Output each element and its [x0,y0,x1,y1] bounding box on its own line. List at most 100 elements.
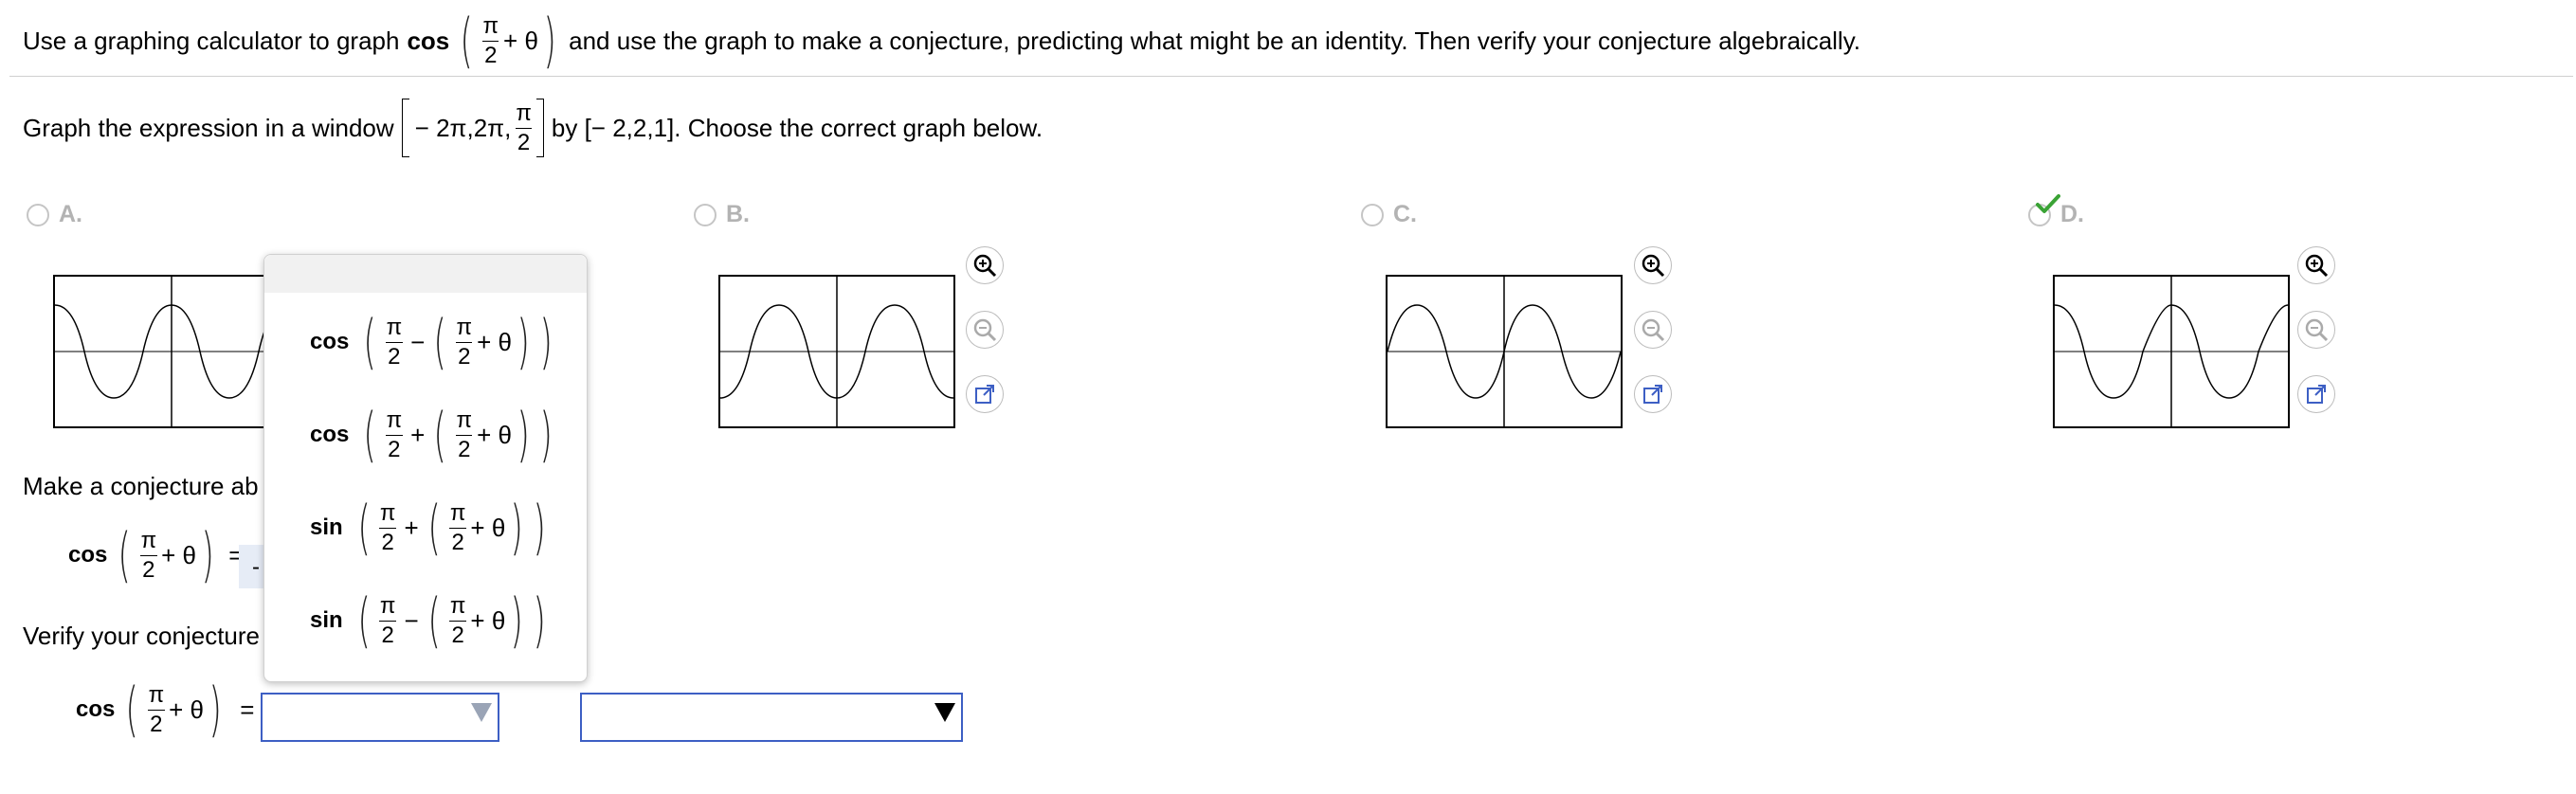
dropdown-menu: cos ( π2 − ( π2 + θ )) cos ( π2 + ( π2 +… [263,254,588,682]
fraction-numerator: π [456,314,473,340]
plus-theta: + θ [470,605,506,635]
fraction-numerator: π [148,681,165,708]
graph-a-plot [55,277,288,426]
conjecture-label: Make a conjecture ab [23,472,259,500]
chevron-down-icon [471,703,492,722]
verify-label: Verify your conjecture [23,622,261,650]
interval-start: − 2π,2π, [414,113,512,142]
conjecture-answer-value: - [252,554,260,580]
verify-dropdown-1[interactable] [261,693,499,742]
window-suffix: by [− 2,2,1]. Choose the correct graph b… [551,113,1043,142]
menu-option-1[interactable]: cos ( π2 − ( π2 + θ )) [310,304,557,380]
zoom-out-icon [973,318,997,342]
divider [9,76,2573,77]
plus-theta: + θ [169,695,204,724]
plus-theta: + θ [503,26,538,55]
graph-a[interactable] [53,275,290,428]
option-d-label: D. [2060,201,2084,227]
fraction-numerator: π [140,527,157,553]
graph-b-plot [720,277,953,426]
window-prefix: Graph the expression in a window [23,113,394,142]
zoom-in-button-c[interactable] [2297,246,2335,284]
fraction-numerator: π [379,499,396,526]
verify-dropdown-2[interactable] [580,693,963,742]
question-suffix: and use the graph to make a conjecture, … [569,26,1861,55]
graph-b[interactable] [718,275,955,428]
fraction-denominator: 2 [140,554,157,583]
zoom-out-button-a[interactable] [966,311,1004,349]
conjecture-equation: cos ( π2 + θ ) = [68,520,244,589]
fraction-denominator: 2 [449,620,466,648]
radio-a[interactable] [27,203,49,226]
fraction-denominator: 2 [148,709,165,737]
fraction-numerator: π [386,314,403,340]
fraction-numerator: π [456,406,473,433]
menu-option-fn: sin [310,607,343,633]
fraction-denominator: 2 [379,620,396,648]
plus-theta: + θ [477,420,512,449]
popout-button-b[interactable] [1634,375,1672,413]
equals-sign: = [240,695,255,724]
checkmark-icon [2036,194,2060,213]
operator: − [404,605,419,635]
fraction-numerator: π [449,499,466,526]
fraction-numerator: π [379,592,396,619]
fraction-numerator: π [386,406,403,433]
option-b[interactable]: B. [694,201,750,228]
fraction-denominator: 2 [515,127,533,155]
zoom-in-icon [973,254,997,278]
option-a[interactable]: A. [27,201,82,228]
radio-c[interactable] [1361,203,1384,226]
operator: + [404,513,419,542]
question-prefix: Use a graphing calculator to graph [23,26,400,55]
graph-c-plot [1388,277,1621,426]
operator: − [410,327,426,356]
conjecture-fn: cos [68,542,108,568]
zoom-out-button-b[interactable] [1634,311,1672,349]
graph-d[interactable] [2053,275,2290,428]
menu-option-4[interactable]: sin ( π2 − ( π2 + θ )) [310,583,552,659]
fraction-denominator: 2 [379,527,396,555]
graph-c[interactable] [1386,275,1623,428]
zoom-in-icon [1642,254,1665,278]
window-instruction: Graph the expression in a window − 2π,2π… [23,99,1043,157]
plus-theta: + θ [477,327,512,356]
popout-button-c[interactable] [2297,375,2335,413]
verify-fn: cos [76,696,116,722]
menu-option-fn: cos [310,329,350,354]
popout-icon [975,385,994,404]
menu-option-fn: sin [310,514,343,540]
fraction-numerator: π [482,12,499,39]
fraction-denominator: 2 [386,434,403,462]
popout-icon [2307,385,2326,404]
zoom-in-button-a[interactable] [966,246,1004,284]
plus-theta: + θ [470,513,506,542]
fraction-denominator: 2 [456,434,473,462]
zoom-in-icon [2305,254,2329,278]
option-d[interactable]: D. [2028,194,2084,228]
fraction-denominator: 2 [386,341,403,370]
fraction-denominator: 2 [482,40,499,68]
operator: + [410,420,426,449]
fraction-numerator: π [449,592,466,619]
popout-icon [1643,385,1662,404]
fraction-numerator: π [516,99,532,126]
question-text: Use a graphing calculator to graph cos (… [23,6,1861,75]
option-a-label: A. [59,201,82,227]
chevron-down-icon [934,703,955,722]
zoom-out-icon [1642,318,1665,342]
radio-b[interactable] [694,203,717,226]
menu-option-3[interactable]: sin ( π2 + ( π2 + θ )) [310,490,552,566]
question-fn: cos [407,26,450,55]
fraction-denominator: 2 [449,527,466,555]
zoom-out-button-c[interactable] [2297,311,2335,349]
verify-equation: cos ( π2 + θ ) = [76,675,255,744]
zoom-in-button-b[interactable] [1634,246,1672,284]
option-c-label: C. [1393,201,1417,227]
dropdown-menu-header [264,255,587,293]
fraction-denominator: 2 [456,341,473,370]
menu-option-2[interactable]: cos ( π2 + ( π2 + θ )) [310,397,557,473]
option-c[interactable]: C. [1361,201,1417,228]
popout-button-a[interactable] [966,375,1004,413]
graph-d-plot [2055,277,2288,426]
